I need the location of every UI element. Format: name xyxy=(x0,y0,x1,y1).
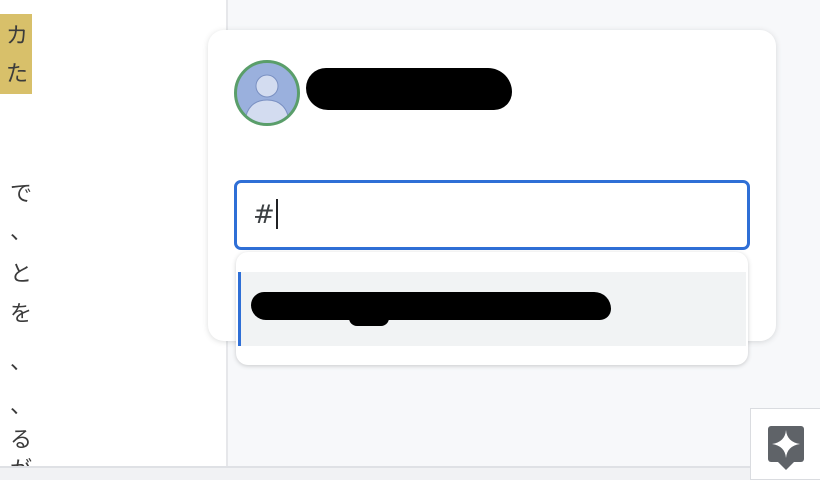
author-name-redacted xyxy=(306,68,512,110)
highlighted-char: カ xyxy=(5,24,28,49)
document-char: 、 xyxy=(9,394,32,419)
highlighted-char: た xyxy=(5,62,28,87)
document-page: カ た で 、 と を 、 、 る が xyxy=(0,0,228,466)
document-char: と xyxy=(9,262,32,287)
document-char: で xyxy=(9,182,32,207)
comment-input-text: # xyxy=(253,199,278,230)
document-char: る xyxy=(9,428,32,453)
comment-input[interactable]: # xyxy=(234,180,750,250)
document-char: が xyxy=(0,452,32,466)
sparkle-button[interactable] xyxy=(750,408,820,480)
suggestion-label-redacted xyxy=(251,292,611,320)
suggestion-dropdown xyxy=(236,252,748,365)
sparkle-icon xyxy=(768,426,804,470)
document-char: 、 xyxy=(9,220,32,245)
text-caret xyxy=(275,199,278,229)
text-highlight[interactable]: カ た xyxy=(0,14,32,94)
suggestion-label-redacted xyxy=(349,310,389,326)
suggestion-item[interactable] xyxy=(238,272,746,346)
comment-input-value: # xyxy=(253,200,275,230)
person-icon xyxy=(234,60,300,126)
document-char: を xyxy=(9,302,32,327)
document-char: 、 xyxy=(9,350,32,375)
